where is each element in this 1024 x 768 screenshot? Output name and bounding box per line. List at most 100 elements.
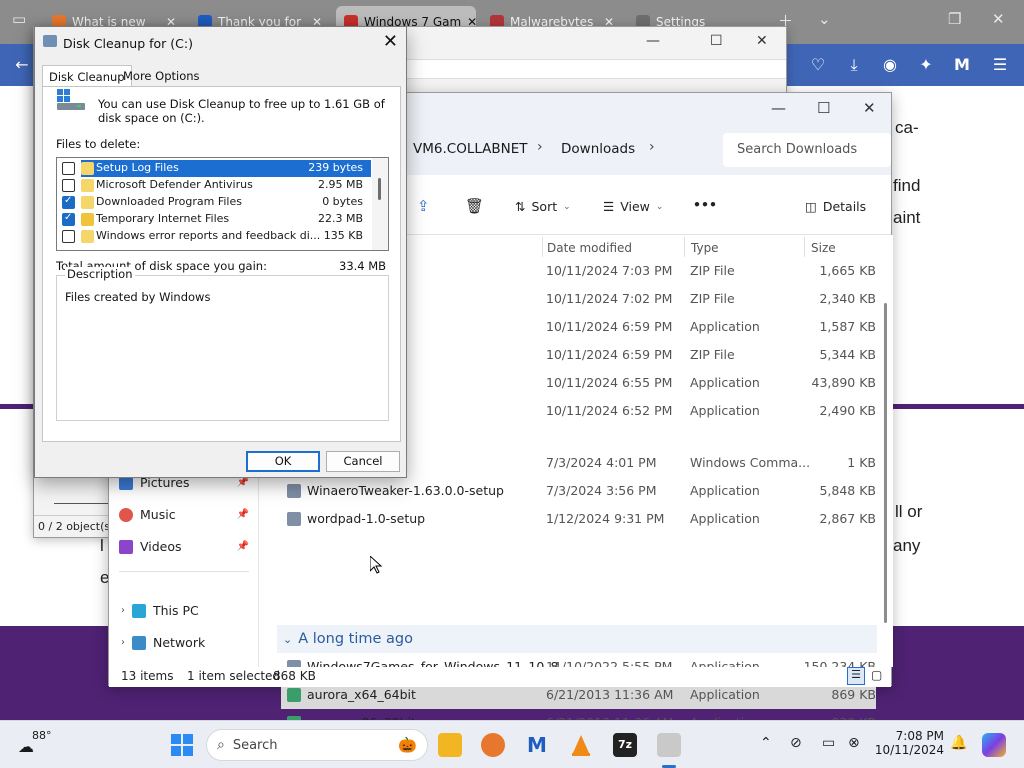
cleanup-file-item[interactable]: Windows error reports and feedback di...… <box>57 228 371 245</box>
restore-icon[interactable]: ❐ <box>948 10 961 28</box>
malwarebytes-extension-icon[interactable]: M <box>952 55 972 75</box>
cancel-button[interactable]: Cancel <box>326 451 400 472</box>
ok-button[interactable]: OK <box>246 451 320 472</box>
close-icon[interactable]: ✕ <box>383 31 398 52</box>
large-icons-view-icon[interactable]: ▢ <box>871 668 882 682</box>
file-explorer-taskbar-icon[interactable] <box>438 733 462 757</box>
disk-cleanup-taskbar-icon[interactable] <box>657 733 681 757</box>
cleanup-item-size: 239 bytes <box>308 161 363 174</box>
pin-icon[interactable]: 📌 <box>237 541 249 552</box>
file-date: 10/11/2024 6:55 PM <box>546 375 673 390</box>
tab-overview-icon[interactable]: ▭ <box>12 10 26 28</box>
chevron-right-icon[interactable]: › <box>121 637 125 648</box>
files-to-delete-list[interactable]: Setup Log Files 239 bytes Microsoft Defend… <box>56 157 389 251</box>
start-button[interactable] <box>170 733 194 757</box>
minimize-icon[interactable]: — <box>771 99 786 117</box>
nav-divider <box>119 571 249 572</box>
breadcrumb-segment[interactable]: Downloads <box>561 141 635 157</box>
file-row[interactable]: wordpad-1.0-setup 1/12/2024 9:31 PM Applic… <box>281 505 876 533</box>
total-gain-value: 33.4 MB <box>339 259 387 273</box>
search-input[interactable]: Search Downloads <box>723 133 891 167</box>
checkbox[interactable] <box>62 179 75 192</box>
column-header-date[interactable]: Date modified <box>547 241 632 255</box>
file-category-icon <box>81 213 94 226</box>
copilot-icon[interactable] <box>982 733 1006 757</box>
malwarebytes-taskbar-icon[interactable]: M <box>525 733 549 757</box>
sound-tray-icon[interactable]: ⊗ <box>848 735 860 751</box>
description-text: Files created by Windows <box>65 290 211 304</box>
checkbox[interactable] <box>62 162 75 175</box>
display-tray-icon[interactable]: ▭ <box>822 735 835 751</box>
vertical-scrollbar[interactable] <box>884 303 887 623</box>
maximize-icon[interactable]: ☐ <box>817 99 830 117</box>
checkbox[interactable] <box>62 230 75 243</box>
cleanup-file-item[interactable]: Setup Log Files 239 bytes <box>57 160 371 177</box>
nav-item-music[interactable]: Music 📌 <box>119 507 249 522</box>
column-separator <box>542 237 543 257</box>
details-view-icon[interactable]: ☰ <box>847 667 865 685</box>
weather-widget[interactable]: ☁ 88° <box>16 729 76 763</box>
firefox-taskbar-icon[interactable] <box>481 733 505 757</box>
network-tray-icon[interactable]: ⊘ <box>790 735 802 751</box>
chevron-right-icon[interactable]: › <box>121 605 125 616</box>
minimize-icon[interactable]: — <box>646 33 660 49</box>
chevron-down-icon[interactable]: ⌄ <box>818 10 831 28</box>
column-header-size[interactable]: Size <box>811 241 836 255</box>
vlc-taskbar-icon[interactable] <box>569 733 593 757</box>
delete-icon[interactable]: 🗑 <box>465 197 484 215</box>
back-arrow-icon[interactable]: ← <box>12 55 32 75</box>
cleanup-file-item[interactable]: Downloaded Program Files 0 bytes <box>57 194 371 211</box>
cleanup-file-item[interactable]: Temporary Internet Files 22.3 MB <box>57 211 371 228</box>
dialog-title: Disk Cleanup for (C:) <box>63 36 193 51</box>
selection-count: 1 item selected <box>187 669 281 683</box>
chevron-down-icon: ⌄ <box>283 632 293 646</box>
nav-item-videos[interactable]: Videos 📌 <box>119 539 249 554</box>
nav-item-this-pc[interactable]: › This PC <box>121 603 251 618</box>
list-scrollbar[interactable] <box>372 158 388 250</box>
extensions-icon[interactable]: ✦ <box>916 55 936 75</box>
share-icon[interactable]: ⇪ <box>417 197 430 215</box>
taskbar-search[interactable]: ⌕ Search 🎃 <box>206 729 428 761</box>
search-highlight-icon: 🎃 <box>398 736 417 754</box>
column-separator <box>684 237 685 257</box>
close-icon[interactable]: ✕ <box>756 33 768 49</box>
tab-page: You can use Disk Cleanup to free up to 1… <box>42 86 401 442</box>
pin-icon[interactable]: 📌 <box>237 509 249 520</box>
file-type: Application <box>690 375 760 390</box>
pin-icon[interactable]: 📌 <box>237 477 249 488</box>
group-header-long-time-ago[interactable]: ⌄ A long time ago <box>277 625 877 653</box>
notification-bell-icon[interactable]: 🔔 <box>950 735 967 751</box>
page-text-fragment: find <box>893 176 921 195</box>
close-icon[interactable]: ✕ <box>863 99 876 117</box>
pocket-icon[interactable]: ♡ <box>808 55 828 75</box>
more-options-button[interactable]: ••• <box>693 197 717 212</box>
file-date: 10/11/2024 7:03 PM <box>546 263 673 278</box>
nav-item-network[interactable]: › Network <box>121 635 251 650</box>
details-pane-button[interactable]: ◫ Details <box>805 199 866 214</box>
close-icon[interactable]: ✕ <box>992 10 1005 28</box>
cleanup-file-item[interactable]: Microsoft Defender Antivirus 2.95 MB <box>57 177 371 194</box>
account-icon[interactable]: ◉ <box>880 55 900 75</box>
clock[interactable]: 7:08 PM 10/11/2024 <box>872 729 944 757</box>
7zip-taskbar-icon[interactable]: 7z <box>613 733 637 757</box>
sort-icon: ⇅ <box>515 199 526 214</box>
view-icon: ☰ <box>603 199 615 214</box>
show-hidden-icons-icon[interactable]: ⌃ <box>760 735 772 751</box>
sort-button[interactable]: ⇅ Sort ⌄ <box>515 199 571 214</box>
tab-more-options[interactable]: More Options <box>117 65 206 87</box>
file-row[interactable]: WinaeroTweaker-1.63.0.0-setup 7/3/2024 3:… <box>281 477 876 505</box>
file-date: 7/3/2024 3:56 PM <box>546 483 657 498</box>
column-header-type[interactable]: Type <box>691 241 719 255</box>
breadcrumb-chevron-icon[interactable]: › <box>649 139 655 155</box>
breadcrumb-segment[interactable]: VM6.COLLABNET <box>413 141 528 157</box>
description-group: Description Files created by Windows <box>56 267 389 421</box>
maximize-icon[interactable]: ☐ <box>710 33 723 49</box>
chevron-down-icon: ⌄ <box>655 201 664 212</box>
download-icon[interactable]: ⤓ <box>844 55 864 75</box>
scroll-thumb[interactable] <box>378 178 381 200</box>
cleanup-item-size: 22.3 MB <box>317 212 363 225</box>
view-button[interactable]: ☰ View ⌄ <box>603 199 663 214</box>
checkbox[interactable] <box>62 195 75 209</box>
menu-icon[interactable]: ☰ <box>990 55 1010 75</box>
checkbox[interactable] <box>62 212 75 226</box>
